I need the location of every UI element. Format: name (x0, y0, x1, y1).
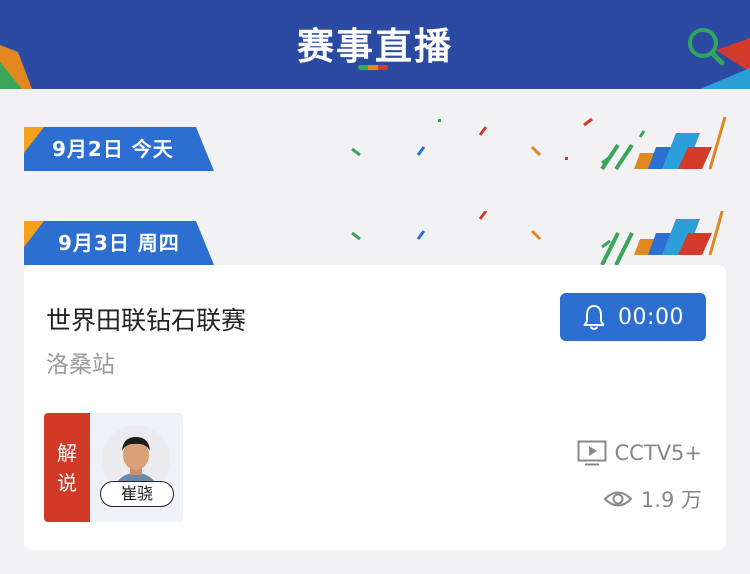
confetti-decoration (351, 117, 727, 171)
event-subtitle: 洛桑站 (46, 352, 115, 378)
remind-button[interactable]: 00:00 (560, 293, 706, 341)
search-icon (688, 28, 725, 66)
view-count: 1.9 万 (603, 484, 702, 514)
commentator-panel[interactable]: 解 说 崔骁 (44, 413, 183, 522)
date-header-today: 9月2日 今天 (0, 117, 750, 187)
channel-name: CCTV5+ (614, 441, 702, 465)
date-label: 9月2日 今天 (52, 137, 174, 161)
commentator-name: 崔骁 (100, 481, 174, 507)
commentary-badge: 解 说 (44, 413, 90, 522)
channel-info: CCTV5+ (577, 440, 702, 466)
badge-char: 解 (57, 440, 77, 465)
search-button[interactable] (684, 24, 728, 68)
event-title: 世界田联钻石联赛 (46, 306, 247, 335)
badge-char: 说 (57, 470, 77, 495)
confetti-decoration (351, 211, 724, 266)
remind-time: 00:00 (618, 304, 684, 330)
date-label: 9月3日 周四 (58, 231, 180, 255)
page-title: 赛事直播 (297, 25, 453, 68)
bell-icon (583, 305, 605, 330)
tv-icon (577, 440, 607, 466)
title-underline (358, 65, 388, 70)
view-count-value: 1.9 万 (640, 488, 702, 512)
app-header: 赛事直播 (0, 0, 750, 89)
event-card[interactable]: 世界田联钻石联赛 洛桑站 00:00 解 说 崔骁 CCTV5+ 1.9 万 (24, 265, 726, 550)
eye-icon (603, 491, 633, 507)
